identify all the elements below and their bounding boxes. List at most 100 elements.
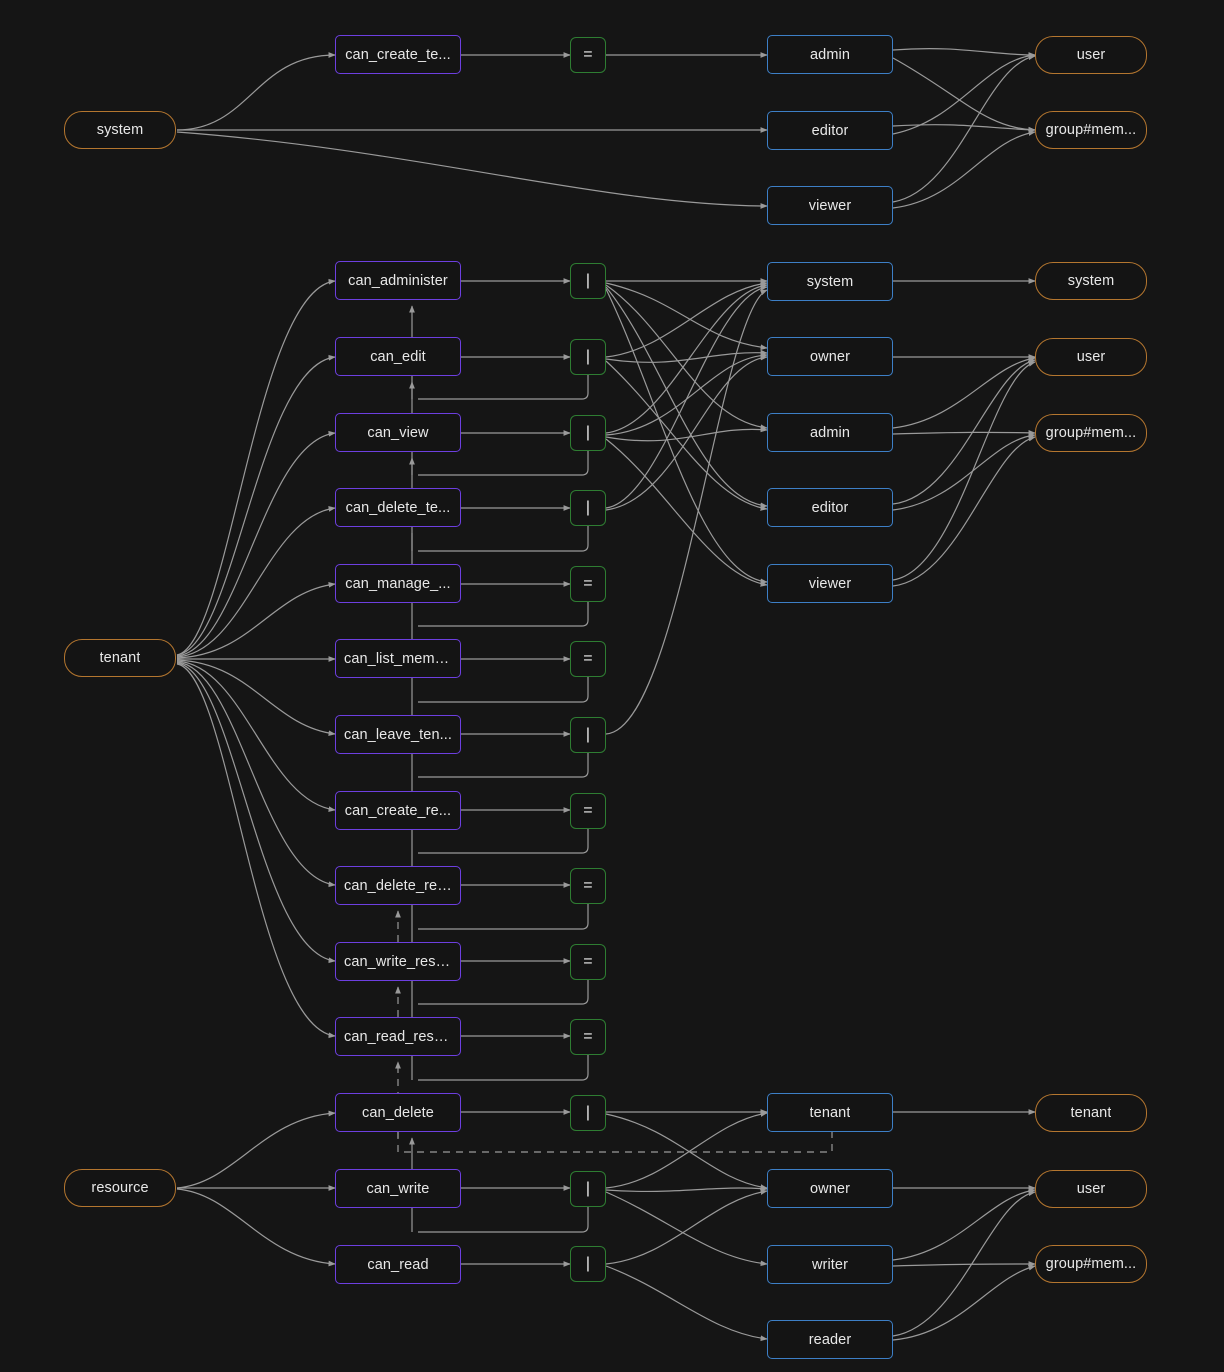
graph-node-type-d_user_bot[interactable]: user	[1035, 1170, 1147, 1208]
graph-node-op-o_1[interactable]: =	[570, 37, 606, 73]
graph-edge	[418, 980, 589, 1005]
graph-node-permission-p_create_te[interactable]: can_create_te...	[335, 35, 461, 74]
graph-node-label: can_delete_te...	[345, 499, 451, 516]
graph-edge	[605, 438, 768, 587]
graph-node-permission-p_view[interactable]: can_view	[335, 413, 461, 452]
graph-node-label: admin	[810, 424, 850, 441]
graph-node-op-o_11[interactable]: =	[570, 944, 606, 980]
graph-node-op-o_15[interactable]: |	[570, 1246, 606, 1282]
graph-node-label: user	[1076, 1181, 1106, 1197]
graph-node-relation-r_owner_b[interactable]: owner	[767, 1169, 893, 1208]
graph-edge	[176, 505, 336, 658]
graph-node-label: can_leave_ten...	[344, 726, 452, 743]
graph-edge	[176, 131, 768, 209]
graph-node-type-t_tenant[interactable]: tenant	[64, 639, 176, 677]
graph-node-permission-p_create_re[interactable]: can_create_re...	[335, 791, 461, 830]
graph-node-label: =	[583, 802, 593, 819]
graph-edge	[176, 659, 336, 737]
graph-edge	[605, 1265, 768, 1342]
graph-node-relation-r_owner[interactable]: owner	[767, 337, 893, 376]
graph-edge	[892, 1261, 1036, 1267]
graph-node-label: can_read	[367, 1256, 429, 1273]
graph-node-label: viewer	[808, 197, 852, 214]
graph-node-op-o_9[interactable]: =	[570, 793, 606, 829]
graph-edge	[176, 663, 336, 1039]
graph-node-type-t_system[interactable]: system	[64, 111, 176, 149]
graph-node-permission-p_administer[interactable]: can_administer	[335, 261, 461, 300]
graph-edge	[176, 1188, 336, 1267]
graph-node-label: tenant	[99, 650, 141, 666]
graph-node-label: can_view	[367, 424, 429, 441]
graph-node-permission-p_read_reso[interactable]: can_read_reso...	[335, 1017, 461, 1056]
graph-node-permission-p_read[interactable]: can_read	[335, 1245, 461, 1284]
graph-node-op-o_13[interactable]: |	[570, 1095, 606, 1131]
graph-node-type-d_tenant[interactable]: tenant	[1035, 1094, 1147, 1132]
graph-node-permission-p_delete[interactable]: can_delete	[335, 1093, 461, 1132]
graph-edge	[892, 52, 1036, 135]
graph-node-op-o_14[interactable]: |	[570, 1171, 606, 1207]
graph-node-op-o_10[interactable]: =	[570, 868, 606, 904]
graph-node-label: can_create_re...	[344, 802, 452, 819]
graph-node-label: group#mem...	[1045, 425, 1137, 441]
graph-node-op-o_3[interactable]: |	[570, 339, 606, 375]
graph-edge	[892, 358, 1036, 505]
graph-edge	[605, 360, 768, 511]
graph-node-op-o_4[interactable]: |	[570, 415, 606, 451]
graph-node-relation-r_system[interactable]: system	[767, 262, 893, 301]
graph-node-type-d_user_top[interactable]: user	[1035, 36, 1147, 74]
graph-node-label: tenant	[1070, 1105, 1112, 1121]
graph-edge	[892, 130, 1036, 209]
graph-node-op-o_8[interactable]: |	[570, 717, 606, 753]
graph-node-op-o_12[interactable]: =	[570, 1019, 606, 1055]
graph-node-type-d_group_top[interactable]: group#mem...	[1035, 111, 1147, 149]
graph-node-type-d_user_mid[interactable]: user	[1035, 338, 1147, 376]
graph-node-relation-r_writer[interactable]: writer	[767, 1245, 893, 1284]
graph-node-relation-r_viewer[interactable]: viewer	[767, 564, 893, 603]
graph-node-op-o_5[interactable]: |	[570, 490, 606, 526]
graph-node-relation-r_admin_top[interactable]: admin	[767, 35, 893, 74]
graph-node-label: can_administer	[348, 272, 448, 289]
graph-node-relation-r_reader[interactable]: reader	[767, 1320, 893, 1359]
graph-edge	[605, 286, 768, 509]
graph-node-permission-p_list_memb[interactable]: can_list_memb...	[335, 639, 461, 678]
graph-node-label: owner	[810, 1180, 850, 1197]
graph-edge	[605, 282, 768, 351]
graph-node-label: =	[583, 953, 593, 970]
graph-node-label: =	[583, 650, 593, 667]
graph-node-relation-r_editor_top[interactable]: editor	[767, 111, 893, 150]
graph-edge	[605, 349, 768, 363]
graph-edge	[892, 1264, 1036, 1341]
graph-node-op-o_7[interactable]: =	[570, 641, 606, 677]
graph-edge	[892, 429, 1036, 436]
graph-edge	[418, 375, 589, 400]
graph-node-type-d_system[interactable]: system	[1035, 262, 1147, 300]
graph-node-permission-p_write_reso[interactable]: can_write_reso...	[335, 942, 461, 981]
graph-node-permission-p_edit[interactable]: can_edit	[335, 337, 461, 376]
graph-edge	[605, 426, 768, 442]
graph-node-label: editor	[811, 499, 849, 516]
graph-node-label: admin	[810, 46, 850, 63]
graph-node-label: can_create_te...	[345, 46, 451, 63]
graph-node-relation-r_tenant[interactable]: tenant	[767, 1093, 893, 1132]
graph-edge	[892, 1188, 1036, 1261]
graph-node-type-d_group_bot[interactable]: group#mem...	[1035, 1245, 1147, 1283]
graph-node-relation-r_admin[interactable]: admin	[767, 413, 893, 452]
graph-edge	[605, 285, 768, 509]
graph-node-label: can_write	[366, 1180, 430, 1197]
graph-node-relation-r_viewer_top[interactable]: viewer	[767, 186, 893, 225]
graph-node-relation-r_editor[interactable]: editor	[767, 488, 893, 527]
graph-node-permission-p_leave_ten[interactable]: can_leave_ten...	[335, 715, 461, 754]
graph-node-permission-p_delete_te[interactable]: can_delete_te...	[335, 488, 461, 527]
graph-node-op-o_2[interactable]: |	[570, 263, 606, 299]
graph-node-label: reader	[808, 1331, 852, 1348]
graph-edge	[605, 289, 768, 735]
graph-edge	[892, 48, 1036, 58]
graph-edge	[418, 1207, 589, 1233]
graph-node-permission-p_manage[interactable]: can_manage_...	[335, 564, 461, 603]
graph-node-permission-p_delete_res[interactable]: can_delete_res...	[335, 866, 461, 905]
schema-graph-canvas[interactable]: system tenant resource can_create_te... can_…	[0, 0, 1224, 1372]
graph-node-type-t_resource[interactable]: resource	[64, 1169, 176, 1207]
graph-node-op-o_6[interactable]: =	[570, 566, 606, 602]
graph-node-type-d_group_mid[interactable]: group#mem...	[1035, 414, 1147, 452]
graph-node-permission-p_write[interactable]: can_write	[335, 1169, 461, 1208]
